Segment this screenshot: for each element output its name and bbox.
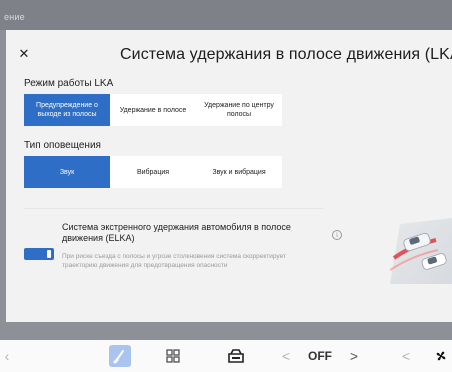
car-seat-icon <box>228 349 244 363</box>
fan-decrease-button[interactable]: < <box>278 340 294 372</box>
fan-icon <box>436 351 446 361</box>
alert-type-option-vibration[interactable]: Вибрация <box>110 156 196 188</box>
elka-title: Система экстренного удержания автомобиля… <box>62 222 291 243</box>
alert-type-option-sound[interactable]: Звук <box>24 156 110 188</box>
elka-illustration <box>390 218 452 284</box>
grid-icon <box>166 349 180 363</box>
brush-icon <box>109 345 131 367</box>
panel-title: Система удержания в полосе движения (LKA… <box>120 46 452 63</box>
lka-mode-option-center[interactable]: Удержание по центру полосы <box>196 94 282 126</box>
fan-increase-button[interactable]: > <box>346 340 362 372</box>
toggle-knob <box>47 250 51 258</box>
alert-type-selector: Звук Вибрация Звук и вибрация <box>24 156 282 188</box>
grid-button[interactable] <box>160 340 186 372</box>
car-seat-button[interactable] <box>222 340 250 372</box>
background-text-fragment: ение <box>4 12 25 22</box>
brush-button[interactable] <box>106 340 134 372</box>
fan-value: OFF <box>308 349 332 363</box>
fan-button[interactable] <box>432 340 450 372</box>
lka-mode-label: Режим работы LKA <box>24 78 114 89</box>
section-divider <box>24 208 324 209</box>
info-icon[interactable]: i <box>332 230 342 240</box>
close-icon: ✕ <box>18 46 30 61</box>
left-arrow-fragment[interactable]: ‹ <box>0 340 14 372</box>
alert-type-label: Тип оповещения <box>24 140 101 151</box>
lka-mode-option-warning[interactable]: Предупреждение о выходе из полосы <box>24 94 110 126</box>
bottom-bar: ‹ < OFF > < <box>0 340 452 372</box>
elka-description: При риске съезда с полосы и угрозе столк… <box>62 253 286 269</box>
elka-toggle[interactable] <box>24 248 54 260</box>
lka-mode-selector: Предупреждение о выходе из полосы Удержа… <box>24 94 282 126</box>
fan-speed-decrease-button[interactable]: < <box>398 340 414 372</box>
background-top-bar: ение <box>0 0 452 30</box>
lka-mode-option-keep[interactable]: Удержание в полосе <box>110 94 196 126</box>
lka-settings-panel: ✕ Система удержания в полосе движения (L… <box>6 30 452 322</box>
alert-type-option-both[interactable]: Звук и вибрация <box>196 156 282 188</box>
background-strip <box>0 322 452 340</box>
close-button[interactable]: ✕ <box>14 44 34 64</box>
